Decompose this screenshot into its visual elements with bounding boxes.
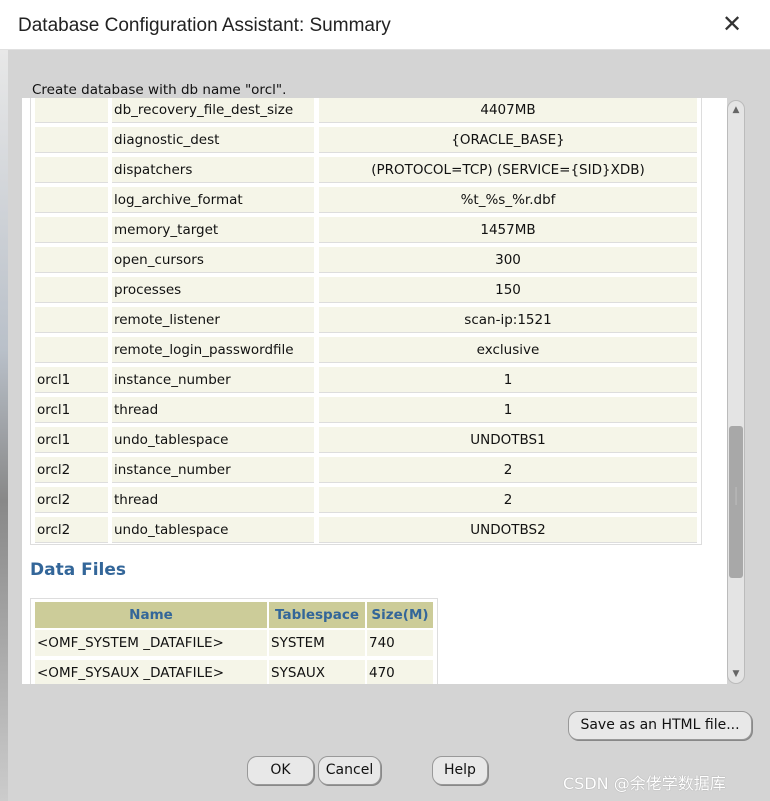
window-title: Database Configuration Assistant: Summar… (18, 15, 391, 36)
param-name: instance_number (112, 367, 314, 393)
param-name: remote_listener (112, 307, 314, 333)
param-row: dispatchers (PROTOCOL=TCP) (SERVICE={SID}… (35, 157, 697, 183)
data-file-cell: 470 (367, 660, 433, 684)
param-row: log_archive_format %t_%s_%r.dbf (35, 187, 697, 213)
help-button[interactable]: Help (432, 756, 488, 785)
param-name: dispatchers (112, 157, 314, 183)
param-row: diagnostic_dest {ORACLE_BASE} (35, 127, 697, 153)
background-window (0, 50, 8, 801)
param-instance (35, 247, 108, 273)
scroll-thumb[interactable]: ⁝ ⁝ ⁝ (729, 426, 743, 578)
param-row: orcl1 undo_tablespace UNDOTBS1 (35, 427, 697, 453)
param-row: orcl2 undo_tablespace UNDOTBS2 (35, 517, 697, 543)
ok-button[interactable]: OK (247, 756, 314, 785)
param-instance (35, 98, 108, 123)
intro-text: Create database with db name "orcl". (32, 82, 287, 98)
scroll-up-icon[interactable]: ▲ (729, 102, 743, 118)
param-name: thread (112, 487, 314, 513)
param-value: UNDOTBS1 (319, 427, 697, 453)
param-name: diagnostic_dest (112, 127, 314, 153)
param-instance: orcl1 (35, 397, 108, 423)
cancel-button[interactable]: Cancel (318, 756, 381, 785)
param-name: db_recovery_file_dest_size (112, 98, 314, 123)
data-file-cell: <OMF_SYSAUX _DATAFILE> (35, 660, 267, 684)
param-name: remote_login_passwordfile (112, 337, 314, 363)
param-row: orcl1 thread 1 (35, 397, 697, 423)
param-row: orcl2 instance_number 2 (35, 457, 697, 483)
param-value: UNDOTBS2 (319, 517, 697, 543)
grip-icon: ⁝ ⁝ ⁝ (734, 486, 738, 507)
param-value: {ORACLE_BASE} (319, 127, 697, 153)
param-name: log_archive_format (112, 187, 314, 213)
param-row: db_recovery_file_dest_size 4407MB (35, 98, 697, 123)
param-instance (35, 187, 108, 213)
param-value: %t_%s_%r.dbf (319, 187, 697, 213)
param-row: memory_target 1457MB (35, 217, 697, 243)
data-files-table: Name Tablespace Size(M) <OMF_SYSTEM _DATAFI… (30, 598, 438, 684)
param-name: instance_number (112, 457, 314, 483)
save-html-button[interactable]: Save as an HTML file... (568, 711, 752, 740)
title-bar: Database Configuration Assistant: Summar… (0, 0, 770, 50)
param-value: 4407MB (319, 98, 697, 123)
param-name: memory_target (112, 217, 314, 243)
data-files-heading: Data Files (30, 560, 127, 580)
param-instance (35, 127, 108, 153)
param-name: processes (112, 277, 314, 303)
param-value: scan-ip:1521 (319, 307, 697, 333)
param-instance: orcl2 (35, 517, 108, 543)
data-file-cell: 740 (367, 630, 433, 656)
param-instance: orcl2 (35, 457, 108, 483)
param-name: open_cursors (112, 247, 314, 273)
column-header: Tablespace (269, 602, 365, 628)
data-file-cell: SYSAUX (269, 660, 365, 684)
vertical-scrollbar[interactable]: ▲ ⁝ ⁝ ⁝ ▼ (727, 100, 745, 684)
column-header: Name (35, 602, 267, 628)
summary-panel: db_recovery_file_dest_size 4407MB diagnost… (22, 98, 727, 684)
watermark: CSDN @余佬学数据库 (563, 774, 726, 793)
scroll-down-icon[interactable]: ▼ (729, 666, 743, 682)
column-header: Size(M) (367, 602, 433, 628)
param-instance: orcl1 (35, 427, 108, 453)
param-row: remote_login_passwordfile exclusive (35, 337, 697, 363)
data-file-cell: SYSTEM (269, 630, 365, 656)
param-row: processes 150 (35, 277, 697, 303)
param-value: 1 (319, 397, 697, 423)
param-name: undo_tablespace (112, 427, 314, 453)
param-value: (PROTOCOL=TCP) (SERVICE={SID}XDB) (319, 157, 697, 183)
param-value: 2 (319, 487, 697, 513)
param-row: orcl2 thread 2 (35, 487, 697, 513)
param-instance (35, 157, 108, 183)
param-instance: orcl2 (35, 487, 108, 513)
param-instance (35, 307, 108, 333)
param-value: 2 (319, 457, 697, 483)
param-name: undo_tablespace (112, 517, 314, 543)
param-instance: orcl1 (35, 367, 108, 393)
param-value: 150 (319, 277, 697, 303)
param-row: remote_listener scan-ip:1521 (35, 307, 697, 333)
param-name: thread (112, 397, 314, 423)
param-value: 1457MB (319, 217, 697, 243)
param-instance (35, 337, 108, 363)
data-file-cell: <OMF_SYSTEM _DATAFILE> (35, 630, 267, 656)
init-params-table: db_recovery_file_dest_size 4407MB diagnost… (30, 98, 702, 545)
param-value: exclusive (319, 337, 697, 363)
param-value: 1 (319, 367, 697, 393)
param-value: 300 (319, 247, 697, 273)
param-row: open_cursors 300 (35, 247, 697, 273)
param-row: orcl1 instance_number 1 (35, 367, 697, 393)
param-instance (35, 277, 108, 303)
close-icon[interactable]: ✕ (718, 10, 746, 38)
param-instance (35, 217, 108, 243)
